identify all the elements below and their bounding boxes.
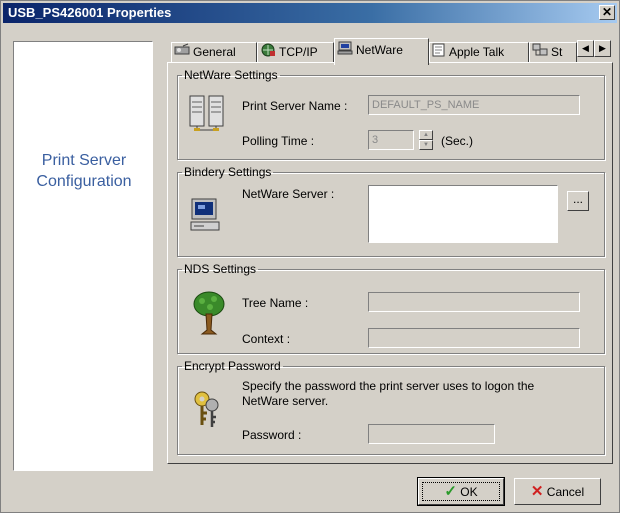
tab-scroll: ◀ ▶ [577,40,611,57]
tree-name-label: Tree Name : [242,296,309,310]
x-icon: ✕ [530,483,544,500]
netware-server-label: NetWare Server : [242,187,335,201]
snmp-icon [532,43,548,62]
polling-time-spinner[interactable]: ▲ ▼ [419,130,433,150]
bindery-settings-legend: Bindery Settings [184,165,272,179]
spin-down-arrow[interactable]: ▼ [419,140,433,150]
cancel-button-label: Cancel [546,485,585,499]
netware-settings-group: NetWare Settings Print Server Name : DEF… [177,68,605,160]
close-button[interactable]: ✕ [599,5,615,20]
tab-scroll-left-button[interactable]: ◀ [577,40,594,57]
tab-netware[interactable]: NetWare [334,38,429,65]
window-title: USB_PS426001 Properties [8,5,172,20]
netware-tab-page: NetWare Settings Print Server Name : DEF… [167,62,613,464]
general-icon [174,43,190,62]
nds-settings-legend: NDS Settings [184,262,257,276]
polling-time-label: Polling Time : [242,134,315,148]
left-panel-title: Print Server Configuration [36,152,132,190]
nds-settings-group: NDS Settings Tree Name : Context : [177,262,605,354]
context-field[interactable] [368,328,580,348]
browse-server-button[interactable]: ... [567,191,589,211]
cancel-button[interactable]: ✕ Cancel [514,478,601,505]
ok-button[interactable]: ✓ OK [417,477,505,506]
appletalk-icon [432,43,446,62]
netware-settings-legend: NetWare Settings [184,68,278,82]
password-description-line1: Specify the password the print server us… [242,379,535,393]
tab-scroll-right-button[interactable]: ▶ [594,40,611,57]
polling-time-unit: (Sec.) [441,134,474,148]
tcpip-icon [260,43,276,62]
tab-appletalk-label: Apple Talk [449,45,505,59]
tree-icon [192,290,226,339]
tab-snmp-label: St [551,45,563,59]
spin-up-arrow[interactable]: ▲ [419,130,433,140]
bindery-settings-group: Bindery Settings NetWare Server : ... [177,165,605,257]
tree-name-field[interactable] [368,292,580,312]
left-panel: Print Server Configuration [13,41,153,471]
context-label: Context : [242,332,291,346]
encrypt-password-legend: Encrypt Password [184,359,281,373]
ok-focus-rect [422,482,500,501]
tab-netware-label: NetWare [356,43,403,57]
password-label: Password : [242,428,302,442]
tab-tcpip-label: TCP/IP [279,45,318,59]
print-server-name-field[interactable]: DEFAULT_PS_NAME [368,95,580,115]
password-field[interactable] [368,424,495,444]
tab-appletalk[interactable]: Apple Talk [429,42,529,63]
tab-snmp[interactable]: St [529,42,577,63]
netware-server-field[interactable] [368,185,558,243]
computer-icon [190,197,220,236]
print-server-name-label: Print Server Name : [242,99,348,113]
server-icon [188,94,226,135]
tab-tcpip[interactable]: TCP/IP [257,42,334,63]
keys-icon [190,389,222,434]
tab-general-label: General [193,45,236,59]
properties-window: USB_PS426001 Properties ✕ Print Server C… [0,0,620,513]
encrypt-password-group: Encrypt Password Specify the password th… [177,359,605,455]
title-bar[interactable]: USB_PS426001 Properties ✕ [3,3,617,23]
password-description-line2: NetWare server. [242,394,329,408]
polling-time-field[interactable]: 3 [368,130,414,150]
tab-general[interactable]: General [171,42,257,63]
netware-icon [337,40,353,62]
